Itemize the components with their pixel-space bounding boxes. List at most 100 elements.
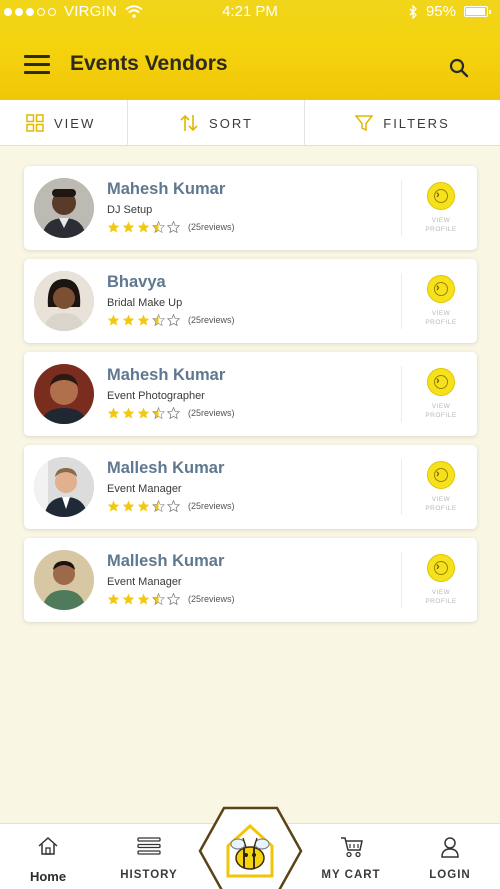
star-icon [137, 221, 150, 233]
funnel-icon [355, 115, 374, 132]
rating-stars: (25reviews) [107, 221, 235, 233]
star-icon [122, 593, 135, 605]
view-profile-label: VIEW PROFILE [425, 496, 457, 512]
filters-label: FILTERS [383, 115, 450, 131]
star-icon [107, 407, 120, 419]
sort-arrows-icon [180, 114, 198, 132]
bee-house-logo[interactable] [198, 806, 303, 889]
view-profile-label: VIEW PROFILE [425, 589, 457, 605]
view-button[interactable]: VIEW [0, 100, 128, 146]
bluetooth-icon [409, 4, 417, 19]
half-star-icon [152, 407, 165, 419]
view-profile-label: VIEW PROFILE [425, 310, 457, 326]
vendor-card[interactable]: Mallesh Kumar Event Manager (25reviews) … [24, 538, 477, 622]
review-count: (25reviews) [188, 222, 235, 232]
avatar [34, 364, 94, 424]
star-icon [107, 221, 120, 233]
chevron-right-circle-icon [427, 554, 455, 582]
view-profile-button[interactable]: › VIEW PROFILE [425, 554, 457, 614]
review-count: (25reviews) [188, 501, 235, 511]
nav-home[interactable]: Home [14, 824, 82, 889]
half-star-icon [152, 221, 165, 233]
star-icon [137, 500, 150, 512]
app-bar: Events Vendors [0, 30, 500, 100]
sort-label: SORT [209, 115, 253, 131]
star-icon [107, 314, 120, 326]
home-icon [38, 836, 58, 855]
hamburger-menu-icon[interactable] [24, 55, 50, 75]
card-divider [401, 180, 402, 236]
avatar [34, 550, 94, 610]
rating-stars: (25reviews) [107, 407, 235, 419]
review-count: (25reviews) [188, 408, 235, 418]
search-icon[interactable] [448, 57, 470, 79]
nav-home-label: Home [29, 869, 67, 884]
card-divider [401, 366, 402, 422]
nav-cart[interactable]: MY CART [312, 824, 390, 889]
star-icon [107, 500, 120, 512]
half-star-icon [152, 500, 165, 512]
vendor-name: Bhavya [107, 273, 166, 291]
star-icon [122, 221, 135, 233]
vendor-role: Event Manager [107, 576, 182, 588]
view-label: VIEW [54, 115, 96, 131]
cart-icon [341, 837, 363, 858]
vendor-card[interactable]: Mahesh Kumar DJ Setup (25reviews) › VIEW… [24, 166, 477, 250]
vendor-card[interactable]: Mallesh Kumar Event Manager (25reviews) … [24, 445, 477, 529]
view-profile-button[interactable]: › VIEW PROFILE [425, 368, 457, 428]
view-profile-label: VIEW PROFILE [425, 217, 457, 233]
battery-percent: 95% [425, 3, 456, 20]
empty-star-icon [167, 221, 180, 233]
view-profile-button[interactable]: › VIEW PROFILE [425, 275, 457, 335]
vendor-role: DJ Setup [107, 204, 153, 216]
sort-button[interactable]: SORT [128, 100, 305, 146]
star-icon [137, 593, 150, 605]
view-profile-button[interactable]: › VIEW PROFILE [425, 182, 457, 242]
empty-star-icon [167, 407, 180, 419]
card-divider [401, 459, 402, 515]
half-star-icon [152, 593, 165, 605]
status-bar: VIRGIN 4:21 PM 95% [0, 0, 500, 26]
rating-stars: (25reviews) [107, 314, 235, 326]
chevron-right-circle-icon [427, 461, 455, 489]
avatar [34, 271, 94, 331]
vendor-name: Mahesh Kumar [107, 180, 226, 198]
chevron-right-circle-icon [427, 275, 455, 303]
user-icon [441, 837, 459, 858]
vendor-card[interactable]: Mahesh Kumar Event Photographer (25revie… [24, 352, 477, 436]
rating-stars: (25reviews) [107, 500, 235, 512]
nav-login[interactable]: LOGIN [414, 824, 486, 889]
vendor-list: Mahesh Kumar DJ Setup (25reviews) › VIEW… [24, 166, 477, 631]
card-divider [401, 273, 402, 329]
avatar [34, 178, 94, 238]
vendor-role: Event Photographer [107, 390, 205, 402]
nav-cart-label: MY CART [321, 869, 381, 881]
top-bar: VIRGIN 4:21 PM 95% Events Vendors [0, 0, 500, 100]
vendor-card[interactable]: Bhavya Bridal Make Up (25reviews) › VIEW… [24, 259, 477, 343]
vendor-role: Event Manager [107, 483, 182, 495]
filters-button[interactable]: FILTERS [305, 100, 500, 146]
chevron-right-circle-icon [427, 368, 455, 396]
battery-icon [464, 6, 491, 17]
avatar [34, 457, 94, 517]
review-count: (25reviews) [188, 594, 235, 604]
list-icon [137, 837, 161, 855]
nav-history-label: HISTORY [120, 869, 178, 881]
nav-history[interactable]: HISTORY [110, 824, 188, 889]
star-icon [137, 407, 150, 419]
vendor-name: Mallesh Kumar [107, 552, 225, 570]
rating-stars: (25reviews) [107, 593, 235, 605]
vendor-name: Mahesh Kumar [107, 366, 226, 384]
view-profile-button[interactable]: › VIEW PROFILE [425, 461, 457, 521]
review-count: (25reviews) [188, 315, 235, 325]
card-divider [401, 552, 402, 608]
star-icon [122, 500, 135, 512]
toolbar: VIEW SORT FILTERS [0, 100, 500, 146]
star-icon [107, 593, 120, 605]
page-title: Events Vendors [70, 52, 228, 75]
vendor-role: Bridal Make Up [107, 297, 183, 309]
empty-star-icon [167, 314, 180, 326]
empty-star-icon [167, 500, 180, 512]
view-profile-label: VIEW PROFILE [425, 403, 457, 419]
nav-login-label: LOGIN [429, 869, 471, 881]
